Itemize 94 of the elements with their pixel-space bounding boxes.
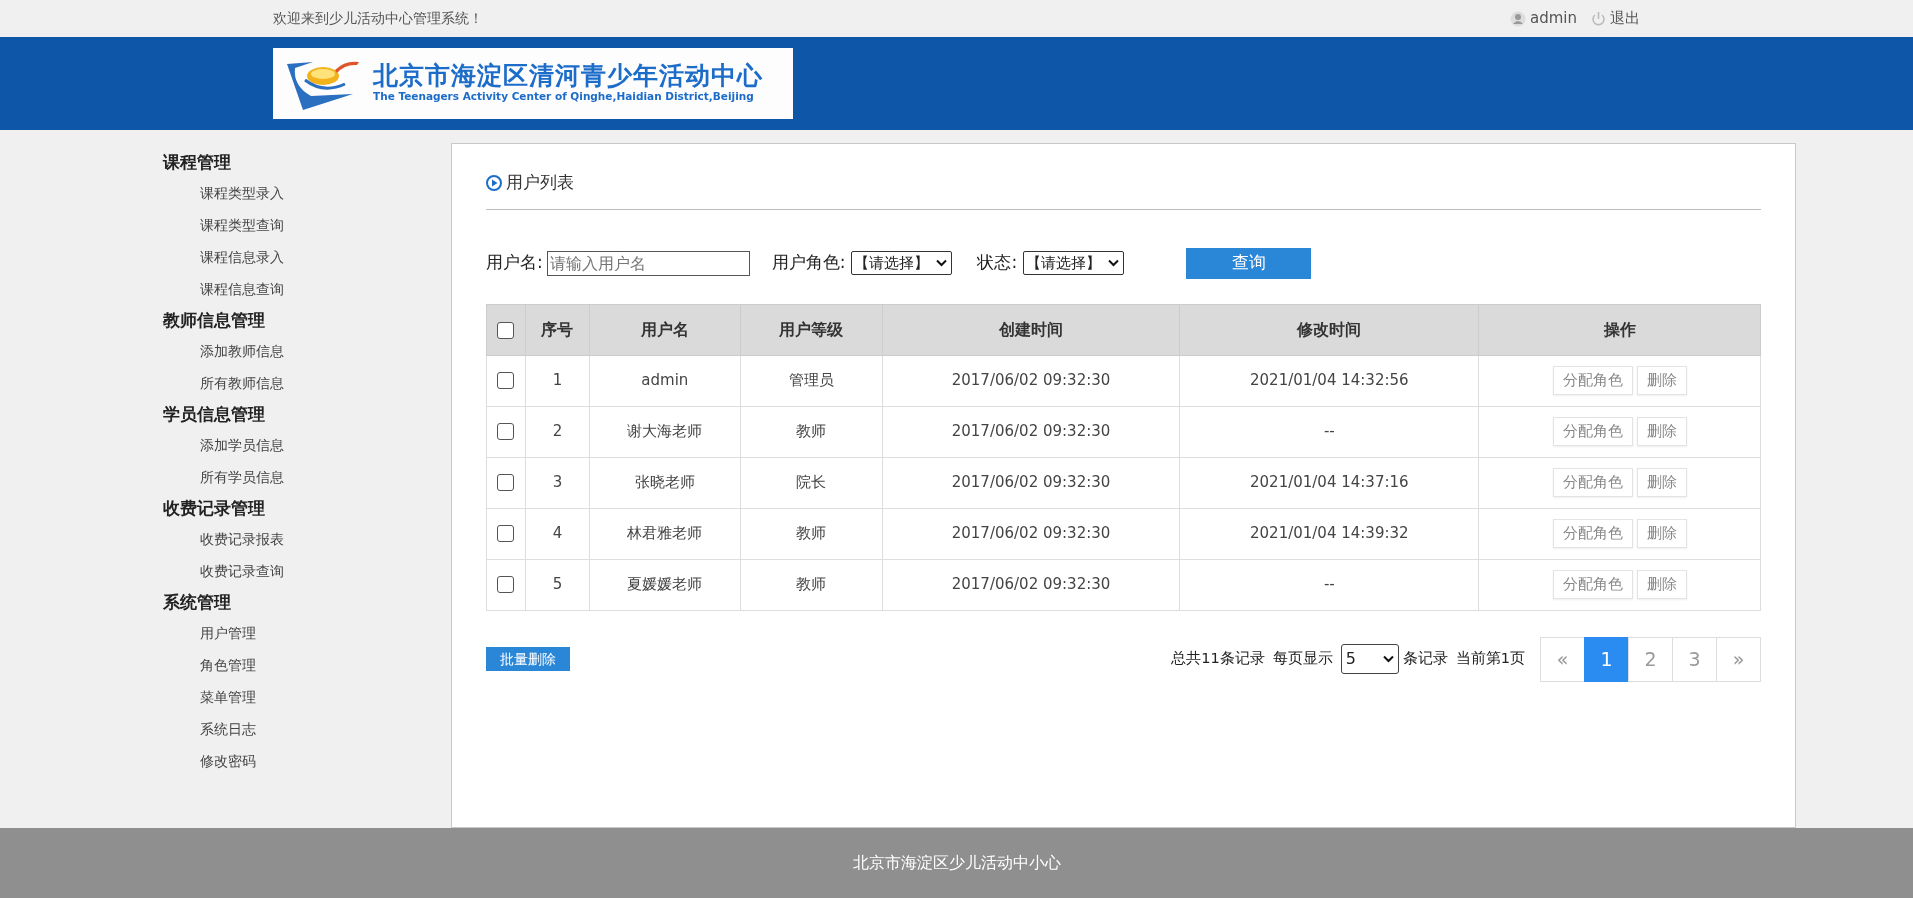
play-icon (486, 174, 502, 191)
row-checkbox[interactable] (497, 474, 515, 492)
table-cell: 2017/06/02 09:32:30 (882, 508, 1180, 559)
select-all-checkbox[interactable] (497, 321, 515, 339)
table-cell: 教师 (740, 406, 883, 457)
table-cell: 2017/06/02 09:32:30 (882, 559, 1180, 610)
table-cell: 林君雅老师 (589, 508, 741, 559)
sidebar-item[interactable]: 课程信息查询 (150, 273, 451, 305)
field-label: 用户名: (486, 251, 543, 275)
table-cell: 张晓老师 (589, 457, 741, 508)
footer-text: 北京市海淀区少儿活动中小心 (0, 828, 1913, 898)
sidebar-item[interactable]: 所有教师信息 (150, 367, 451, 399)
caret-icon (1108, 259, 1120, 267)
column-header: 用户名 (589, 304, 741, 355)
table-cell: 教师 (740, 559, 883, 610)
sidebar-item[interactable]: 系统日志 (150, 713, 451, 745)
row-checkbox[interactable] (497, 372, 515, 390)
sidebar-item[interactable]: 所有学员信息 (150, 461, 451, 493)
sidebar-item[interactable]: 添加学员信息 (150, 429, 451, 461)
table-cell: 2017/06/02 09:32:30 (882, 406, 1180, 457)
per-page-suffix: 条记录 (1402, 649, 1448, 669)
table-cell: 1 (525, 355, 590, 406)
sidebar-item[interactable]: 课程类型查询 (150, 209, 451, 241)
sidebar-item[interactable]: 用户管理 (150, 617, 451, 649)
total-records-text: 总共11条记录 (1171, 649, 1265, 669)
current-page-text: 当前第1页 (1455, 649, 1525, 669)
sidebar-group-title: 系统管理 (162, 591, 232, 614)
table-cell: 2021/01/04 14:32:56 (1179, 355, 1479, 406)
assign-role-button[interactable]: 分配角色 (1552, 570, 1633, 599)
column-header: 序号 (525, 304, 590, 355)
table-cell: 2017/06/02 09:32:30 (882, 355, 1180, 406)
row-checkbox[interactable] (497, 423, 515, 441)
delete-button[interactable]: 删除 (1636, 570, 1687, 599)
delete-button[interactable]: 删除 (1636, 519, 1687, 548)
column-header: 创建时间 (882, 304, 1180, 355)
column-header: 操作 (1478, 304, 1761, 355)
field-label: 状态: (977, 251, 1018, 275)
column-header: 修改时间 (1179, 304, 1479, 355)
assign-role-button[interactable]: 分配角色 (1552, 519, 1633, 548)
table-cell: 5 (525, 559, 590, 610)
delete-button[interactable]: 删除 (1636, 366, 1687, 395)
sidebar-item[interactable]: 课程信息录入 (150, 241, 451, 273)
sidebar-item[interactable]: 收费记录查询 (150, 555, 451, 587)
table-cell: 2017/06/02 09:32:30 (882, 457, 1180, 508)
table-cell: 3 (525, 457, 590, 508)
table-cell: 院长 (740, 457, 883, 508)
query-button[interactable]: 查询 (1186, 247, 1312, 279)
power-icon (1591, 10, 1606, 27)
sidebar-item[interactable]: 添加教师信息 (150, 335, 451, 367)
assign-role-button[interactable]: 分配角色 (1552, 366, 1633, 395)
table-cell: 2 (525, 406, 590, 457)
logo-title: 北京市海淀区清河青少年活动中心 (373, 61, 763, 90)
delete-button[interactable]: 删除 (1636, 417, 1687, 446)
sidebar-group-title: 收费记录管理 (162, 497, 266, 520)
table-cell: 2021/01/04 14:37:16 (1179, 457, 1479, 508)
welcome-text: 欢迎来到少儿活动中心管理系统！ (273, 9, 483, 28)
page-button[interactable]: 1 (1584, 636, 1629, 682)
sidebar-group-title: 教师信息管理 (162, 309, 266, 332)
sidebar-item[interactable]: 菜单管理 (150, 681, 451, 713)
sidebar-item[interactable]: 角色管理 (150, 649, 451, 681)
assign-role-button[interactable]: 分配角色 (1552, 468, 1633, 497)
username-field[interactable]: 请输入用户名 (546, 250, 750, 276)
sidebar-item[interactable]: 课程类型录入 (150, 177, 451, 209)
status-select[interactable]: 【请选择】 (1023, 251, 1125, 275)
sidebar-group-title: 课程管理 (161, 151, 232, 174)
sidebar-item[interactable]: 修改密码 (150, 745, 451, 777)
table-cell: -- (1179, 406, 1479, 457)
caret-icon (1382, 655, 1394, 663)
delete-button[interactable]: 删除 (1636, 468, 1687, 497)
table-cell: 教师 (740, 508, 883, 559)
panel-title: 用户列表 (506, 171, 574, 194)
assign-role-button[interactable]: 分配角色 (1552, 417, 1633, 446)
caret-icon (936, 259, 948, 267)
role-select[interactable]: 【请选择】 (851, 251, 953, 275)
field-label: 用户角色: (771, 251, 846, 275)
batch-delete-button[interactable]: 批量删除 (486, 647, 570, 671)
table-cell: 夏媛媛老师 (589, 559, 741, 610)
logo-subtitle: The Teenagers Activity Center of Qinghe,Haidian District,Beijing (373, 89, 755, 105)
row-checkbox[interactable] (497, 576, 515, 594)
page-size-select[interactable]: 5 (1340, 644, 1399, 674)
logout-link[interactable]: 退出 (1591, 7, 1640, 30)
table-cell: -- (1179, 559, 1479, 610)
table-cell: 2021/01/04 14:39:32 (1179, 508, 1479, 559)
table-cell: 管理员 (740, 355, 883, 406)
sidebar-group-title: 学员信息管理 (162, 403, 266, 426)
table-cell: 4 (525, 508, 590, 559)
table-cell: admin (589, 355, 741, 406)
column-header: 用户等级 (740, 304, 883, 355)
sidebar-item[interactable]: 收费记录报表 (150, 523, 451, 555)
user-link[interactable]: admin (1510, 7, 1577, 30)
user-icon (1510, 10, 1526, 27)
row-checkbox[interactable] (497, 525, 515, 543)
per-page-label: 每页显示 (1272, 649, 1333, 669)
table-cell: 谢大海老师 (589, 406, 741, 457)
